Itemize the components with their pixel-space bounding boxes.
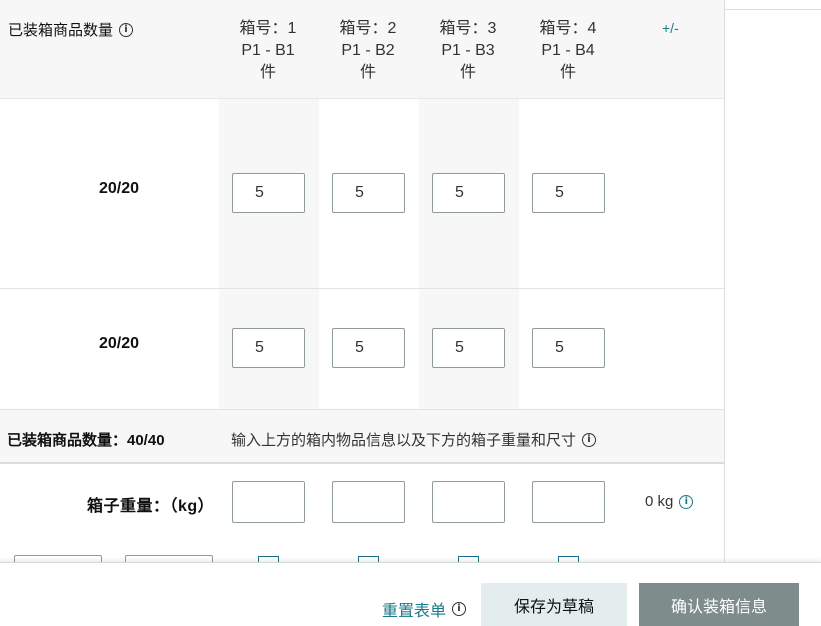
column-header-box-3: 箱号：3 P1 - B3 件 — [418, 18, 518, 84]
box-number: 箱号：3 — [439, 20, 497, 37]
quantity-input[interactable] — [432, 173, 505, 213]
box-unit: 件 — [359, 64, 376, 81]
packed-quantity-header: 已装箱商品数量 i — [8, 19, 134, 40]
box-weight-input[interactable] — [432, 481, 505, 523]
summary-hint-text: 输入上方的箱内物品信息以及下方的箱子重量和尺寸 — [231, 432, 577, 449]
summary-bar: 已装箱商品数量：40/40 输入上方的箱内物品信息以及下方的箱子重量和尺寸 i — [0, 409, 724, 464]
divider — [724, 0, 725, 562]
reset-form-link[interactable]: 重置表单 i — [382, 597, 467, 621]
column-header-box-2: 箱号：2 P1 - B2 件 — [318, 18, 418, 84]
row-packed-count: 20/20 — [99, 180, 140, 197]
info-icon[interactable]: i — [119, 22, 134, 37]
box-weight-input[interactable] — [532, 481, 605, 523]
box-range: P1 - B3 — [441, 42, 495, 59]
box-number: 箱号：1 — [239, 20, 297, 37]
box-number: 箱号：4 — [539, 20, 597, 37]
info-icon[interactable]: i — [452, 602, 467, 616]
box-number: 箱号：2 — [339, 20, 397, 37]
row-packed-count: 20/20 — [99, 335, 140, 352]
quantity-input[interactable] — [332, 173, 405, 213]
confirm-packing-button[interactable]: 确认装箱信息 — [639, 583, 799, 626]
box-range: P1 - B1 — [241, 42, 295, 59]
box-range: P1 - B2 — [341, 42, 395, 59]
box-weight-label: 箱子重量：（kg） — [87, 498, 215, 515]
column-header-box-1: 箱号：1 P1 - B1 件 — [218, 18, 318, 84]
quantity-input[interactable] — [532, 173, 605, 213]
box-weight-input[interactable] — [332, 481, 405, 523]
quantity-input[interactable] — [332, 328, 405, 368]
weight-total: 0 kg i — [645, 493, 694, 510]
footer-action-bar: 重置表单 i 保存为草稿 确认装箱信息 — [0, 562, 821, 626]
box-weight-input[interactable] — [232, 481, 305, 523]
save-draft-button[interactable]: 保存为草稿 — [481, 583, 627, 626]
column-header-box-4: 箱号：4 P1 - B4 件 — [518, 18, 618, 84]
quantity-input[interactable] — [432, 328, 505, 368]
box-unit: 件 — [559, 64, 576, 81]
add-remove-box-link[interactable]: +/- — [662, 20, 679, 36]
row-divider — [0, 288, 724, 289]
quantity-input[interactable] — [232, 328, 305, 368]
box-unit: 件 — [459, 64, 476, 81]
divider — [724, 9, 821, 10]
box-range: P1 - B4 — [541, 42, 595, 59]
info-icon[interactable]: i — [582, 432, 597, 447]
info-icon[interactable]: i — [679, 494, 694, 509]
summary-hint: 输入上方的箱内物品信息以及下方的箱子重量和尺寸 i — [231, 429, 597, 450]
quantity-input[interactable] — [532, 328, 605, 368]
packed-total: 已装箱商品数量：40/40 — [7, 432, 165, 449]
box-unit: 件 — [259, 64, 276, 81]
quantity-input[interactable] — [232, 173, 305, 213]
reset-form-label[interactable]: 重置表单 — [382, 597, 446, 621]
weight-total-value: 0 kg — [645, 493, 674, 510]
packed-quantity-label: 已装箱商品数量 — [8, 22, 114, 39]
